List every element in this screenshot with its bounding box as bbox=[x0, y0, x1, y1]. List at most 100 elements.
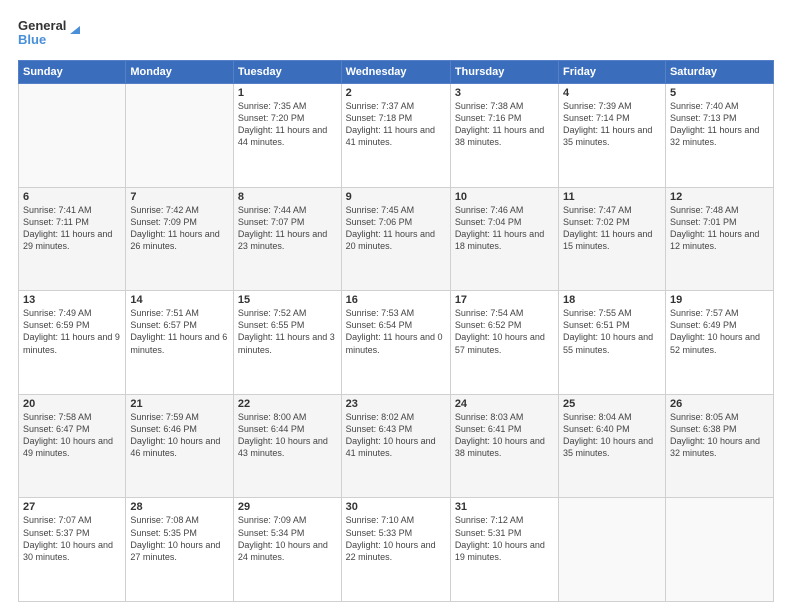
weekday-header: Wednesday bbox=[341, 61, 450, 84]
day-number: 11 bbox=[563, 191, 661, 203]
calendar-cell: 29Sunrise: 7:09 AM Sunset: 5:34 PM Dayli… bbox=[233, 498, 341, 602]
calendar-cell: 30Sunrise: 7:10 AM Sunset: 5:33 PM Dayli… bbox=[341, 498, 450, 602]
calendar-cell bbox=[559, 498, 666, 602]
page: GeneralBlue SundayMondayTuesdayWednesday… bbox=[0, 0, 792, 612]
day-number: 28 bbox=[130, 501, 229, 513]
day-info: Sunrise: 7:44 AM Sunset: 7:07 PM Dayligh… bbox=[238, 204, 337, 253]
day-number: 23 bbox=[346, 398, 446, 410]
calendar-week-row: 27Sunrise: 7:07 AM Sunset: 5:37 PM Dayli… bbox=[19, 498, 774, 602]
calendar-cell: 15Sunrise: 7:52 AM Sunset: 6:55 PM Dayli… bbox=[233, 291, 341, 395]
day-number: 8 bbox=[238, 191, 337, 203]
day-info: Sunrise: 7:42 AM Sunset: 7:09 PM Dayligh… bbox=[130, 204, 229, 253]
day-number: 16 bbox=[346, 294, 446, 306]
logo-svg: GeneralBlue bbox=[18, 16, 88, 52]
calendar-cell: 8Sunrise: 7:44 AM Sunset: 7:07 PM Daylig… bbox=[233, 187, 341, 291]
day-number: 22 bbox=[238, 398, 337, 410]
day-number: 12 bbox=[670, 191, 769, 203]
weekday-header: Tuesday bbox=[233, 61, 341, 84]
day-info: Sunrise: 7:55 AM Sunset: 6:51 PM Dayligh… bbox=[563, 307, 661, 356]
logo: GeneralBlue bbox=[18, 16, 88, 52]
calendar-cell: 23Sunrise: 8:02 AM Sunset: 6:43 PM Dayli… bbox=[341, 394, 450, 498]
day-info: Sunrise: 7:41 AM Sunset: 7:11 PM Dayligh… bbox=[23, 204, 121, 253]
day-number: 25 bbox=[563, 398, 661, 410]
day-number: 26 bbox=[670, 398, 769, 410]
calendar-cell: 27Sunrise: 7:07 AM Sunset: 5:37 PM Dayli… bbox=[19, 498, 126, 602]
day-info: Sunrise: 7:49 AM Sunset: 6:59 PM Dayligh… bbox=[23, 307, 121, 356]
day-info: Sunrise: 7:58 AM Sunset: 6:47 PM Dayligh… bbox=[23, 411, 121, 460]
day-number: 14 bbox=[130, 294, 229, 306]
day-number: 2 bbox=[346, 87, 446, 99]
day-info: Sunrise: 7:48 AM Sunset: 7:01 PM Dayligh… bbox=[670, 204, 769, 253]
day-info: Sunrise: 8:05 AM Sunset: 6:38 PM Dayligh… bbox=[670, 411, 769, 460]
weekday-header: Sunday bbox=[19, 61, 126, 84]
day-number: 27 bbox=[23, 501, 121, 513]
day-number: 3 bbox=[455, 87, 554, 99]
day-info: Sunrise: 7:40 AM Sunset: 7:13 PM Dayligh… bbox=[670, 100, 769, 149]
day-info: Sunrise: 7:39 AM Sunset: 7:14 PM Dayligh… bbox=[563, 100, 661, 149]
calendar-week-row: 1Sunrise: 7:35 AM Sunset: 7:20 PM Daylig… bbox=[19, 84, 774, 188]
day-info: Sunrise: 7:37 AM Sunset: 7:18 PM Dayligh… bbox=[346, 100, 446, 149]
day-info: Sunrise: 8:02 AM Sunset: 6:43 PM Dayligh… bbox=[346, 411, 446, 460]
calendar-cell: 26Sunrise: 8:05 AM Sunset: 6:38 PM Dayli… bbox=[665, 394, 773, 498]
day-info: Sunrise: 7:09 AM Sunset: 5:34 PM Dayligh… bbox=[238, 514, 337, 563]
calendar-cell bbox=[126, 84, 234, 188]
day-number: 17 bbox=[455, 294, 554, 306]
day-number: 15 bbox=[238, 294, 337, 306]
calendar-cell: 19Sunrise: 7:57 AM Sunset: 6:49 PM Dayli… bbox=[665, 291, 773, 395]
day-info: Sunrise: 7:51 AM Sunset: 6:57 PM Dayligh… bbox=[130, 307, 229, 356]
calendar-week-row: 13Sunrise: 7:49 AM Sunset: 6:59 PM Dayli… bbox=[19, 291, 774, 395]
calendar-cell: 20Sunrise: 7:58 AM Sunset: 6:47 PM Dayli… bbox=[19, 394, 126, 498]
calendar-cell: 21Sunrise: 7:59 AM Sunset: 6:46 PM Dayli… bbox=[126, 394, 234, 498]
calendar-cell: 24Sunrise: 8:03 AM Sunset: 6:41 PM Dayli… bbox=[450, 394, 558, 498]
header: GeneralBlue bbox=[18, 16, 774, 52]
calendar-cell: 5Sunrise: 7:40 AM Sunset: 7:13 PM Daylig… bbox=[665, 84, 773, 188]
calendar-cell: 13Sunrise: 7:49 AM Sunset: 6:59 PM Dayli… bbox=[19, 291, 126, 395]
calendar-cell: 17Sunrise: 7:54 AM Sunset: 6:52 PM Dayli… bbox=[450, 291, 558, 395]
calendar-cell: 22Sunrise: 8:00 AM Sunset: 6:44 PM Dayli… bbox=[233, 394, 341, 498]
header-row: SundayMondayTuesdayWednesdayThursdayFrid… bbox=[19, 61, 774, 84]
day-info: Sunrise: 7:35 AM Sunset: 7:20 PM Dayligh… bbox=[238, 100, 337, 149]
day-number: 9 bbox=[346, 191, 446, 203]
day-info: Sunrise: 7:46 AM Sunset: 7:04 PM Dayligh… bbox=[455, 204, 554, 253]
day-info: Sunrise: 7:45 AM Sunset: 7:06 PM Dayligh… bbox=[346, 204, 446, 253]
day-number: 20 bbox=[23, 398, 121, 410]
day-info: Sunrise: 7:53 AM Sunset: 6:54 PM Dayligh… bbox=[346, 307, 446, 356]
calendar-cell: 14Sunrise: 7:51 AM Sunset: 6:57 PM Dayli… bbox=[126, 291, 234, 395]
day-number: 19 bbox=[670, 294, 769, 306]
calendar-cell bbox=[19, 84, 126, 188]
calendar-cell: 7Sunrise: 7:42 AM Sunset: 7:09 PM Daylig… bbox=[126, 187, 234, 291]
calendar-cell bbox=[665, 498, 773, 602]
day-info: Sunrise: 8:00 AM Sunset: 6:44 PM Dayligh… bbox=[238, 411, 337, 460]
calendar-cell: 11Sunrise: 7:47 AM Sunset: 7:02 PM Dayli… bbox=[559, 187, 666, 291]
calendar-cell: 18Sunrise: 7:55 AM Sunset: 6:51 PM Dayli… bbox=[559, 291, 666, 395]
day-number: 1 bbox=[238, 87, 337, 99]
svg-text:General: General bbox=[18, 18, 66, 33]
day-number: 5 bbox=[670, 87, 769, 99]
weekday-header: Saturday bbox=[665, 61, 773, 84]
day-info: Sunrise: 7:10 AM Sunset: 5:33 PM Dayligh… bbox=[346, 514, 446, 563]
day-number: 31 bbox=[455, 501, 554, 513]
day-number: 24 bbox=[455, 398, 554, 410]
calendar-cell: 16Sunrise: 7:53 AM Sunset: 6:54 PM Dayli… bbox=[341, 291, 450, 395]
day-info: Sunrise: 8:03 AM Sunset: 6:41 PM Dayligh… bbox=[455, 411, 554, 460]
calendar-cell: 25Sunrise: 8:04 AM Sunset: 6:40 PM Dayli… bbox=[559, 394, 666, 498]
calendar-cell: 9Sunrise: 7:45 AM Sunset: 7:06 PM Daylig… bbox=[341, 187, 450, 291]
day-number: 21 bbox=[130, 398, 229, 410]
calendar-week-row: 20Sunrise: 7:58 AM Sunset: 6:47 PM Dayli… bbox=[19, 394, 774, 498]
day-number: 13 bbox=[23, 294, 121, 306]
day-info: Sunrise: 7:07 AM Sunset: 5:37 PM Dayligh… bbox=[23, 514, 121, 563]
svg-text:Blue: Blue bbox=[18, 32, 46, 47]
calendar-cell: 3Sunrise: 7:38 AM Sunset: 7:16 PM Daylig… bbox=[450, 84, 558, 188]
weekday-header: Friday bbox=[559, 61, 666, 84]
day-info: Sunrise: 7:08 AM Sunset: 5:35 PM Dayligh… bbox=[130, 514, 229, 563]
calendar-cell: 6Sunrise: 7:41 AM Sunset: 7:11 PM Daylig… bbox=[19, 187, 126, 291]
day-number: 7 bbox=[130, 191, 229, 203]
calendar-week-row: 6Sunrise: 7:41 AM Sunset: 7:11 PM Daylig… bbox=[19, 187, 774, 291]
day-info: Sunrise: 7:54 AM Sunset: 6:52 PM Dayligh… bbox=[455, 307, 554, 356]
day-number: 30 bbox=[346, 501, 446, 513]
day-number: 6 bbox=[23, 191, 121, 203]
calendar-cell: 12Sunrise: 7:48 AM Sunset: 7:01 PM Dayli… bbox=[665, 187, 773, 291]
calendar-table: SundayMondayTuesdayWednesdayThursdayFrid… bbox=[18, 60, 774, 602]
day-info: Sunrise: 7:52 AM Sunset: 6:55 PM Dayligh… bbox=[238, 307, 337, 356]
day-info: Sunrise: 7:47 AM Sunset: 7:02 PM Dayligh… bbox=[563, 204, 661, 253]
